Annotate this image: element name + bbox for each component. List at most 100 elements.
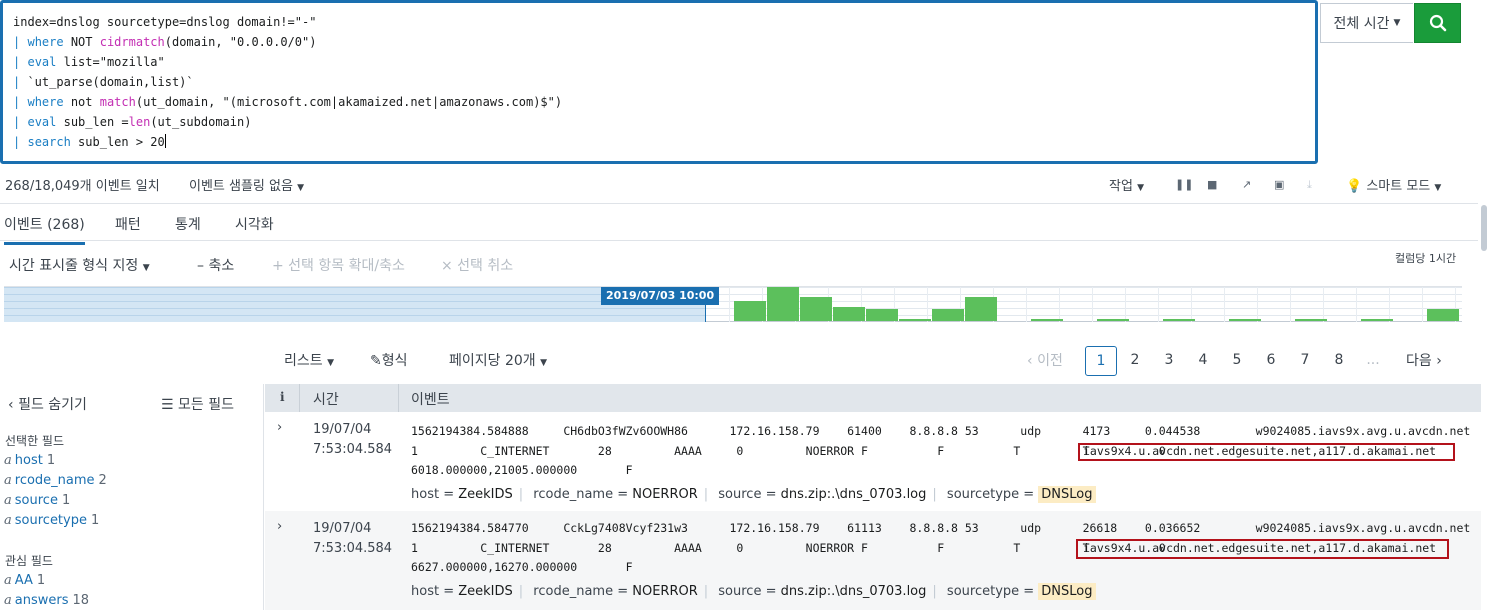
- page-3[interactable]: 3: [1153, 346, 1185, 376]
- field-value: ZeekIDS: [458, 487, 513, 502]
- prev-page-button[interactable]: ‹ 이전: [1027, 350, 1063, 370]
- field-source[interactable]: a source 1: [4, 493, 70, 508]
- field-rcode-name[interactable]: a rcode_name 2: [4, 473, 107, 488]
- event-timeline[interactable]: 2019/07/03 10:00: [4, 286, 1462, 322]
- tab-patterns[interactable]: 패턴: [115, 214, 141, 234]
- zoom-to-selection-button[interactable]: + 선택 항목 확대/축소: [272, 255, 405, 275]
- share-icon[interactable]: ↗: [1242, 178, 1251, 191]
- hide-fields-button[interactable]: ‹ 필드 숨기기: [8, 394, 87, 414]
- field-host-pair[interactable]: host = ZeekIDS: [411, 584, 513, 599]
- timeline-format-label: 시간 표시줄 형식 지정: [9, 258, 139, 274]
- page-1[interactable]: 1: [1085, 346, 1117, 376]
- caret-down-icon: ▼: [142, 263, 150, 273]
- selected-fields-header: 선택한 필드: [5, 434, 65, 448]
- page-6[interactable]: 6: [1255, 346, 1287, 376]
- page-8[interactable]: 8: [1323, 346, 1355, 376]
- page-4[interactable]: 4: [1187, 346, 1219, 376]
- zoom-out-button[interactable]: – 축소: [197, 255, 234, 275]
- time-range-picker[interactable]: 전체 시간 ▼: [1320, 3, 1413, 43]
- timeline-bar[interactable]: [1097, 319, 1129, 321]
- timeline-bar[interactable]: [1361, 319, 1393, 321]
- timeline-bar[interactable]: [899, 319, 931, 321]
- chevron-right-icon: ›: [1436, 353, 1442, 369]
- column-divider: [299, 384, 300, 412]
- timeline-bar[interactable]: [932, 309, 964, 321]
- timeline-bar[interactable]: [800, 297, 832, 321]
- field-value: dns.zip:.\dns_0703.log: [780, 487, 927, 502]
- string-type-icon: a: [4, 593, 12, 608]
- expand-row-icon[interactable]: ›: [277, 420, 282, 435]
- format-button[interactable]: ✎형식: [370, 350, 408, 370]
- column-header-time[interactable]: 시간: [313, 389, 339, 409]
- field-rcode-pair[interactable]: rcode_name = NOERROR: [533, 584, 697, 599]
- pencil-icon: ✎: [370, 353, 382, 369]
- field-rcode-pair[interactable]: rcode_name = NOERROR: [533, 487, 697, 502]
- event-highlighted-answer: iavs9x4.u.avcdn.net.edgesuite.net,a117.d…: [1083, 541, 1437, 555]
- caret-down-icon: ▼: [1393, 18, 1401, 28]
- field-host[interactable]: a host 1: [4, 453, 55, 468]
- field-sourcetype-pair[interactable]: sourcetype = DNSLog: [947, 583, 1096, 600]
- page-scrollbar[interactable]: [1481, 205, 1487, 251]
- string-type-icon: a: [4, 473, 12, 488]
- timeline-bar[interactable]: [833, 307, 865, 321]
- search-query-editor[interactable]: index=dnslog sourcetype=dnslog domain!="…: [0, 0, 1318, 164]
- field-count: 18: [72, 593, 90, 608]
- tab-events[interactable]: 이벤트 (268): [4, 214, 85, 245]
- next-page-button[interactable]: 다음 ›: [1406, 350, 1442, 370]
- timeline-bar[interactable]: [1163, 319, 1195, 321]
- event-time: 7:53:04.584: [313, 442, 393, 457]
- timeline-bar[interactable]: [1427, 309, 1459, 321]
- page-7[interactable]: 7: [1289, 346, 1321, 376]
- query-line-5: | where not match(ut_domain, "(microsoft…: [13, 95, 563, 109]
- timeline-format-dropdown[interactable]: 시간 표시줄 형식 지정 ▼: [9, 255, 150, 275]
- timeline-bar[interactable]: [1229, 319, 1261, 321]
- page-5[interactable]: 5: [1221, 346, 1253, 376]
- query-line-2: | where NOT cidrmatch(domain, "0.0.0.0/0…: [13, 35, 317, 49]
- field-name: AA: [14, 573, 33, 588]
- event-raw-line-3: 6018.000000,21005.000000 F: [411, 463, 633, 477]
- per-page-dropdown[interactable]: 페이지당 20개 ▼: [449, 350, 547, 370]
- event-fields: host = ZeekIDS | rcode_name = NOERROR | so…: [411, 486, 1096, 503]
- timeline-bar[interactable]: [866, 309, 898, 321]
- tab-visualization[interactable]: 시각화: [235, 214, 274, 234]
- query-line-4: | `ut_parse(domain,list)`: [13, 75, 194, 89]
- pause-icon[interactable]: ❚❚: [1175, 178, 1193, 191]
- hide-fields-label: 필드 숨기기: [18, 397, 87, 413]
- export-icon[interactable]: ⤓: [1307, 178, 1312, 192]
- search-mode-dropdown[interactable]: 💡 스마트 모드 ▼: [1346, 175, 1441, 194]
- deselect-button[interactable]: × 선택 취소: [441, 255, 513, 275]
- string-type-icon: a: [4, 573, 12, 588]
- field-aa[interactable]: a AA 1: [4, 573, 45, 588]
- field-source-pair[interactable]: source = dns.zip:.\dns_0703.log: [718, 584, 926, 599]
- field-source-pair[interactable]: source = dns.zip:.\dns_0703.log: [718, 487, 926, 502]
- timeline-bar[interactable]: [734, 301, 766, 321]
- job-label: 작업: [1109, 179, 1133, 194]
- field-answers[interactable]: a answers 18: [4, 593, 89, 608]
- expand-row-icon[interactable]: ›: [277, 519, 282, 534]
- print-icon[interactable]: ▣: [1274, 178, 1284, 191]
- list-icon: ☰: [161, 397, 174, 413]
- field-sourcetype[interactable]: a sourcetype 1: [4, 513, 99, 528]
- timeline-bar[interactable]: [965, 297, 997, 321]
- list-view-dropdown[interactable]: 리스트 ▼: [284, 350, 334, 370]
- tab-statistics[interactable]: 통계: [175, 214, 201, 234]
- sampling-dropdown[interactable]: 이벤트 샘플링 없음 ▼: [189, 175, 304, 194]
- list-view-label: 리스트: [284, 353, 323, 369]
- search-button[interactable]: [1414, 3, 1461, 43]
- field-sourcetype-pair[interactable]: sourcetype = DNSLog: [947, 486, 1096, 503]
- event-time: 7:53:04.584: [313, 541, 393, 556]
- timeline-bar[interactable]: [1031, 319, 1063, 321]
- prev-page-label: 이전: [1037, 353, 1063, 369]
- timeline-bar[interactable]: [767, 287, 799, 321]
- page-2[interactable]: 2: [1119, 346, 1151, 376]
- job-menu[interactable]: 작업 ▼: [1109, 175, 1144, 194]
- all-fields-button[interactable]: ☰ 모든 필드: [161, 394, 234, 414]
- event-highlighted-answer: iavs9x4.u.avcdn.net.edgesuite.net,a117.d…: [1083, 444, 1437, 458]
- timeline-bar[interactable]: [1295, 319, 1327, 321]
- field-key: rcode_name =: [533, 584, 633, 599]
- event-raw-line-1: 1562194384.584770 CckLg7408Vcyf231w3 172…: [411, 521, 1471, 535]
- per-page-label: 페이지당 20개: [449, 353, 536, 369]
- stop-icon[interactable]: ■: [1207, 178, 1217, 191]
- field-name: answers: [14, 593, 69, 608]
- field-host-pair[interactable]: host = ZeekIDS: [411, 487, 513, 502]
